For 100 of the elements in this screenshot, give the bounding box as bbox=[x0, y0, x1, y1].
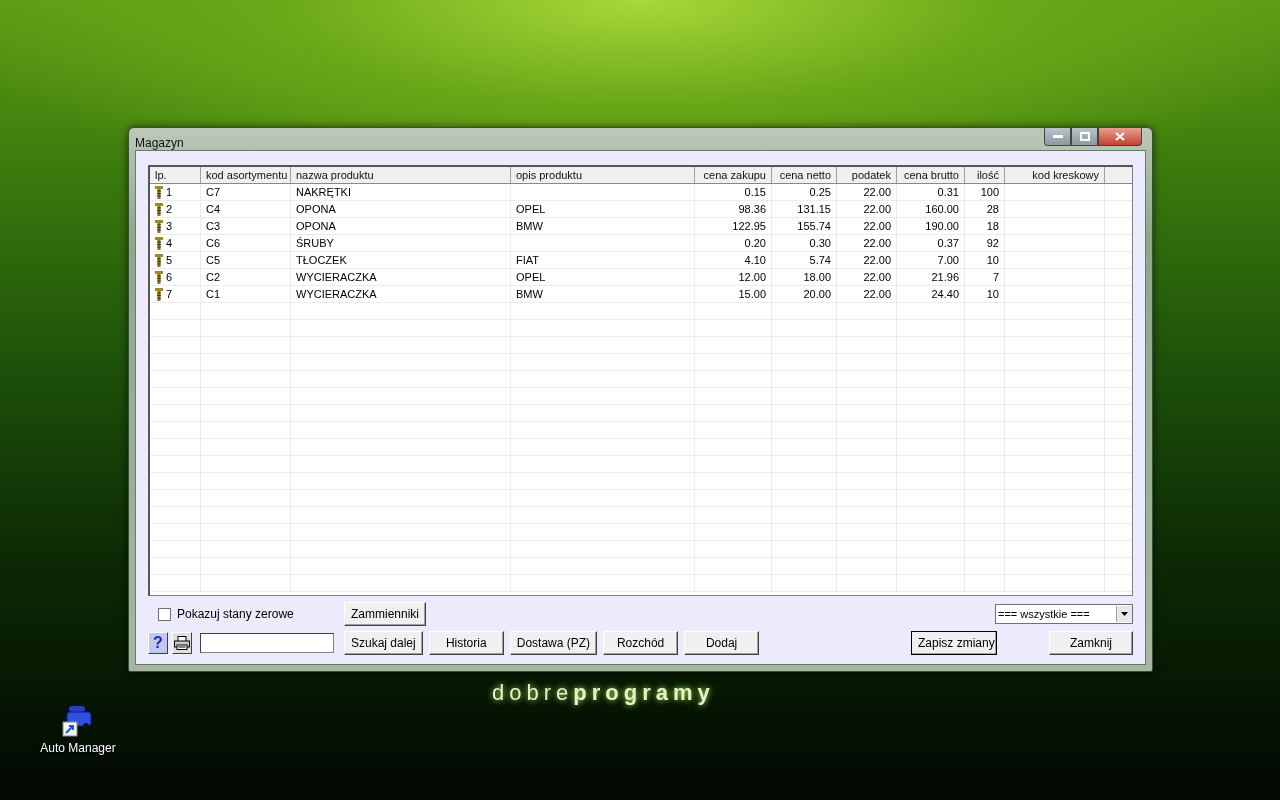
table-cell: 4.10 bbox=[695, 252, 772, 268]
screw-icon bbox=[155, 219, 163, 233]
table-cell: C5 bbox=[201, 252, 291, 268]
table-cell: C2 bbox=[201, 269, 291, 285]
table-cell: BMW bbox=[511, 218, 695, 234]
minimize-icon bbox=[1052, 134, 1063, 139]
table-cell: 22.00 bbox=[837, 269, 897, 285]
table-cell: 190.00 bbox=[897, 218, 965, 234]
table-cell: C6 bbox=[201, 235, 291, 251]
row-number: 1 bbox=[166, 186, 173, 198]
screw-icon bbox=[155, 253, 163, 267]
row-number: 4 bbox=[166, 237, 173, 249]
table-cell: ŚRUBY bbox=[291, 235, 511, 251]
table-cell: WYCIERACZKA bbox=[291, 286, 511, 302]
column-header[interactable]: cena brutto bbox=[897, 167, 965, 183]
table-cell: 5.74 bbox=[772, 252, 837, 268]
table-cell: 12.00 bbox=[695, 269, 772, 285]
screw-icon bbox=[155, 287, 163, 301]
row-number: 3 bbox=[166, 220, 173, 232]
substitutes-button[interactable]: Zammienniki bbox=[344, 602, 426, 626]
desktop-icon-label[interactable]: Auto Manager bbox=[40, 741, 116, 755]
close-icon bbox=[1115, 132, 1125, 141]
table-cell: 100 bbox=[965, 184, 1005, 200]
maximize-button[interactable] bbox=[1071, 128, 1098, 146]
table-cell: 0.15 bbox=[695, 184, 772, 200]
table-cell: 0.31 bbox=[897, 184, 965, 200]
save-button[interactable]: Zapisz zmiany bbox=[911, 631, 997, 655]
screw-icon bbox=[155, 202, 163, 216]
table-cell: 18 bbox=[965, 218, 1005, 234]
table-cell: 18.00 bbox=[772, 269, 837, 285]
table-cell: 10 bbox=[965, 252, 1005, 268]
table-cell: 98.36 bbox=[695, 201, 772, 217]
table-cell: 0.25 bbox=[772, 184, 837, 200]
close-button[interactable] bbox=[1098, 128, 1142, 146]
column-header[interactable]: cena netto bbox=[772, 167, 837, 183]
table-cell: 10 bbox=[965, 286, 1005, 302]
table-cell: C4 bbox=[201, 201, 291, 217]
table-cell: 160.00 bbox=[897, 201, 965, 217]
action-button[interactable]: Dostawa (PZ) bbox=[509, 631, 598, 655]
table-cell: 22.00 bbox=[837, 201, 897, 217]
table-cell: 155.74 bbox=[772, 218, 837, 234]
action-button[interactable]: Szukaj dalej bbox=[344, 631, 423, 655]
maximize-icon bbox=[1079, 132, 1090, 141]
dropdown-arrow-icon bbox=[1121, 612, 1128, 616]
column-header[interactable]: podatek bbox=[837, 167, 897, 183]
table-cell: BMW bbox=[511, 286, 695, 302]
table-cell: C7 bbox=[201, 184, 291, 200]
table-cell: WYCIERACZKA bbox=[291, 269, 511, 285]
checkbox-label[interactable]: Pokazuj stany zerowe bbox=[177, 607, 294, 621]
column-header[interactable]: opis produktu bbox=[511, 167, 695, 183]
table-cell: 7.00 bbox=[897, 252, 965, 268]
table-cell: 0.30 bbox=[772, 235, 837, 251]
action-button[interactable]: Historia bbox=[428, 631, 504, 655]
table-cell: FIAT bbox=[511, 252, 695, 268]
table-cell: TŁOCZEK bbox=[291, 252, 511, 268]
screw-icon bbox=[155, 185, 163, 199]
column-header[interactable]: kod asortymentu bbox=[201, 167, 291, 183]
table-cell: NAKRĘTKI bbox=[291, 184, 511, 200]
print-button[interactable] bbox=[172, 632, 192, 654]
minimize-button[interactable] bbox=[1044, 128, 1071, 146]
table-cell: 21.96 bbox=[897, 269, 965, 285]
checkbox[interactable] bbox=[158, 607, 171, 621]
table-cell: 92 bbox=[965, 235, 1005, 251]
table-cell: C3 bbox=[201, 218, 291, 234]
close-window-button[interactable]: Zamknij bbox=[1049, 631, 1133, 655]
window-title: Magazyn bbox=[135, 136, 184, 150]
table-cell: OPONA bbox=[291, 218, 511, 234]
column-header[interactable]: lp. bbox=[150, 167, 201, 183]
screw-icon bbox=[155, 236, 163, 250]
table-cell: C1 bbox=[201, 286, 291, 302]
table-cell: 122.95 bbox=[695, 218, 772, 234]
table-cell: OPEL bbox=[511, 269, 695, 285]
help-button[interactable]: ? bbox=[148, 632, 168, 654]
table-cell: OPONA bbox=[291, 201, 511, 217]
table-cell: 22.00 bbox=[837, 218, 897, 234]
table-cell: 15.00 bbox=[695, 286, 772, 302]
screw-icon bbox=[155, 270, 163, 284]
column-header[interactable]: ilość bbox=[965, 167, 1005, 183]
row-number: 7 bbox=[166, 288, 173, 300]
table-cell: 22.00 bbox=[837, 286, 897, 302]
table-cell: 24.40 bbox=[897, 286, 965, 302]
column-header[interactable]: cena zakupu bbox=[695, 167, 772, 183]
table-cell: 22.00 bbox=[837, 252, 897, 268]
table-cell: 28 bbox=[965, 201, 1005, 217]
row-number: 5 bbox=[166, 254, 173, 266]
action-button[interactable]: Dodaj bbox=[684, 631, 760, 655]
table-cell: 20.00 bbox=[772, 286, 837, 302]
action-button[interactable]: Rozchód bbox=[603, 631, 679, 655]
table-cell: OPEL bbox=[511, 201, 695, 217]
column-header[interactable]: nazwa produktu bbox=[291, 167, 511, 183]
table-cell: 0.20 bbox=[695, 235, 772, 251]
row-number: 2 bbox=[166, 203, 173, 215]
printer-icon bbox=[174, 636, 190, 650]
table-cell: 131.15 bbox=[772, 201, 837, 217]
filter-dropdown[interactable]: === wszystkie === bbox=[995, 604, 1133, 624]
table-cell: 22.00 bbox=[837, 184, 897, 200]
search-field[interactable] bbox=[200, 633, 334, 653]
table-cell: 22.00 bbox=[837, 235, 897, 251]
column-header[interactable]: kod kreskowy bbox=[1005, 167, 1105, 183]
table-cell: 0.37 bbox=[897, 235, 965, 251]
